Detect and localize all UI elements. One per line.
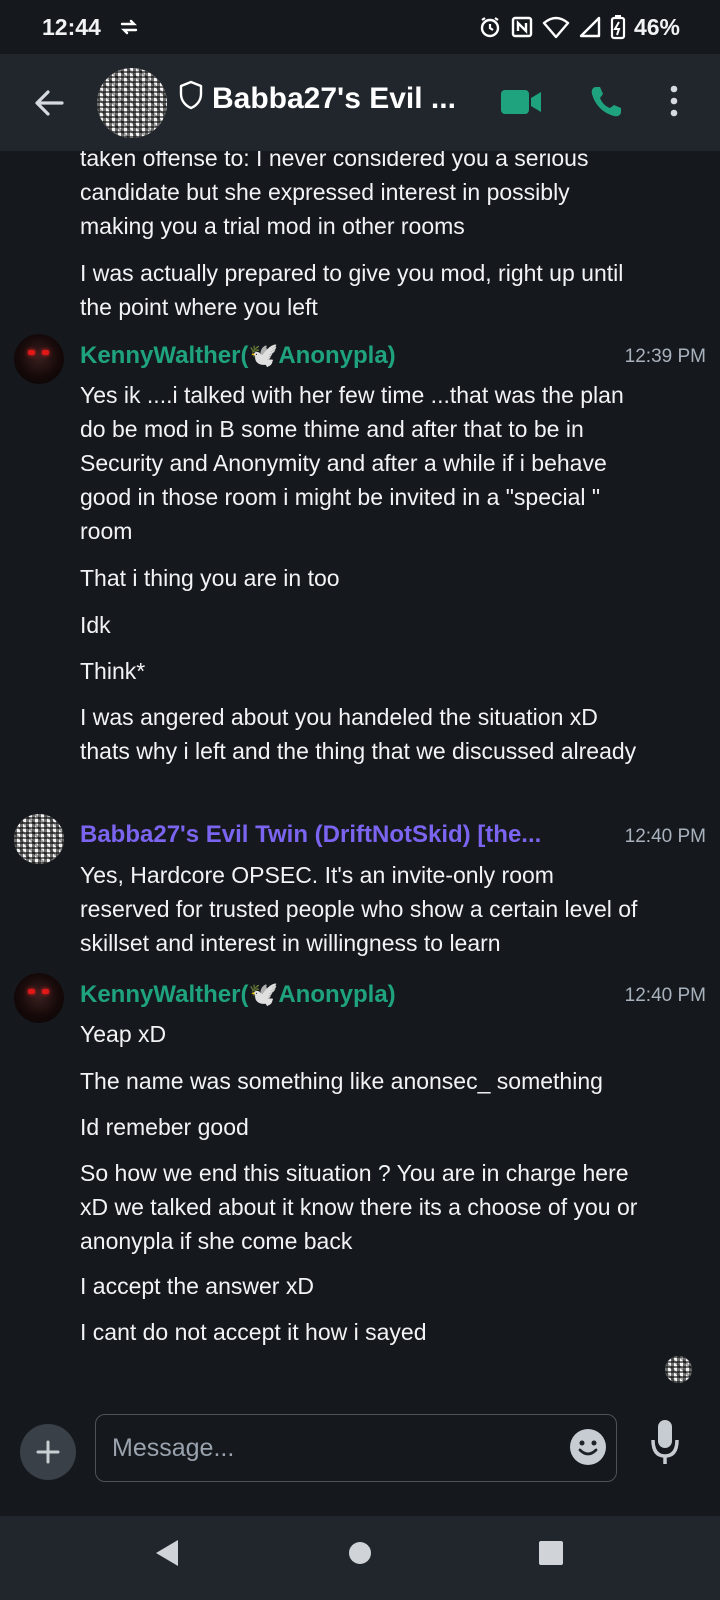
alarm-icon bbox=[478, 15, 502, 39]
message-body: I was actually prepared to give you mod,… bbox=[80, 260, 624, 320]
message-body: Yes ik ....i talked with her few time ..… bbox=[80, 382, 624, 544]
video-call-icon[interactable] bbox=[500, 88, 542, 121]
message-body: I accept the answer xD bbox=[80, 1273, 314, 1299]
room-avatar[interactable] bbox=[97, 68, 167, 138]
status-time: 12:44 bbox=[42, 13, 101, 40]
more-options-icon[interactable] bbox=[670, 84, 678, 123]
battery-percent: 46% bbox=[633, 13, 680, 40]
message-body: So how we end this situation ? You are i… bbox=[80, 1160, 638, 1254]
avatar[interactable] bbox=[14, 973, 64, 1023]
sender-name[interactable]: Babba27's Evil Twin (DriftNotSkid) [the.… bbox=[80, 821, 541, 849]
cellular-signal-icon bbox=[578, 15, 602, 39]
nfc-icon bbox=[510, 15, 534, 39]
sender-name[interactable]: KennyWalther(🕊️Anonypla) bbox=[80, 341, 396, 370]
emoji-icon[interactable] bbox=[570, 1429, 606, 1465]
message-body: Yeap xD bbox=[80, 1021, 167, 1047]
message-timestamp: 12:39 PM bbox=[624, 346, 706, 367]
message-composer bbox=[0, 1408, 720, 1486]
phone-call-icon[interactable] bbox=[588, 84, 624, 125]
room-title[interactable]: Babba27's Evil ... bbox=[178, 80, 456, 118]
message-timestamp: 12:40 PM bbox=[624, 826, 706, 847]
message-input-box[interactable] bbox=[95, 1414, 617, 1482]
status-bar: 12:44 46% bbox=[0, 0, 720, 54]
avatar[interactable] bbox=[14, 334, 64, 384]
shield-icon bbox=[178, 80, 204, 118]
wifi-icon bbox=[542, 15, 570, 39]
back-arrow-icon[interactable] bbox=[32, 86, 66, 120]
message-body: taken offense to: I never considered you… bbox=[80, 151, 589, 239]
read-receipt-avatar[interactable] bbox=[665, 1356, 692, 1383]
system-nav-bar bbox=[0, 1516, 720, 1600]
message-input[interactable] bbox=[110, 1415, 544, 1481]
message-body: Idk bbox=[80, 612, 111, 638]
message-body: The name was something like anonsec_ som… bbox=[80, 1068, 603, 1094]
message-body: I was angered about you handeled the sit… bbox=[80, 704, 637, 764]
message-body: Yes, Hardcore OPSEC. It's an invite-only… bbox=[80, 862, 638, 956]
message-body: Id remeber good bbox=[80, 1114, 249, 1140]
message-body: I cant do not accept it how i sayed bbox=[80, 1319, 427, 1345]
nav-recents-icon[interactable] bbox=[538, 1540, 564, 1571]
nav-back-icon[interactable] bbox=[152, 1536, 182, 1575]
nav-home-icon[interactable] bbox=[348, 1541, 372, 1570]
message-body: That i thing you are in too bbox=[80, 565, 340, 591]
message-body: Think* bbox=[80, 658, 146, 684]
message-timeline[interactable]: taken offense to: I never considered you… bbox=[0, 151, 720, 1408]
room-name: Babba27's Evil ... bbox=[212, 82, 456, 115]
plus-icon[interactable] bbox=[20, 1424, 76, 1480]
sender-name[interactable]: KennyWalther(🕊️Anonypla) bbox=[80, 980, 396, 1009]
avatar[interactable] bbox=[14, 814, 64, 864]
microphone-icon[interactable] bbox=[650, 1418, 680, 1473]
data-sync-icon bbox=[119, 17, 139, 37]
message-timestamp: 12:40 PM bbox=[624, 985, 706, 1006]
battery-icon bbox=[610, 14, 626, 40]
room-header: Babba27's Evil ... bbox=[0, 54, 720, 151]
